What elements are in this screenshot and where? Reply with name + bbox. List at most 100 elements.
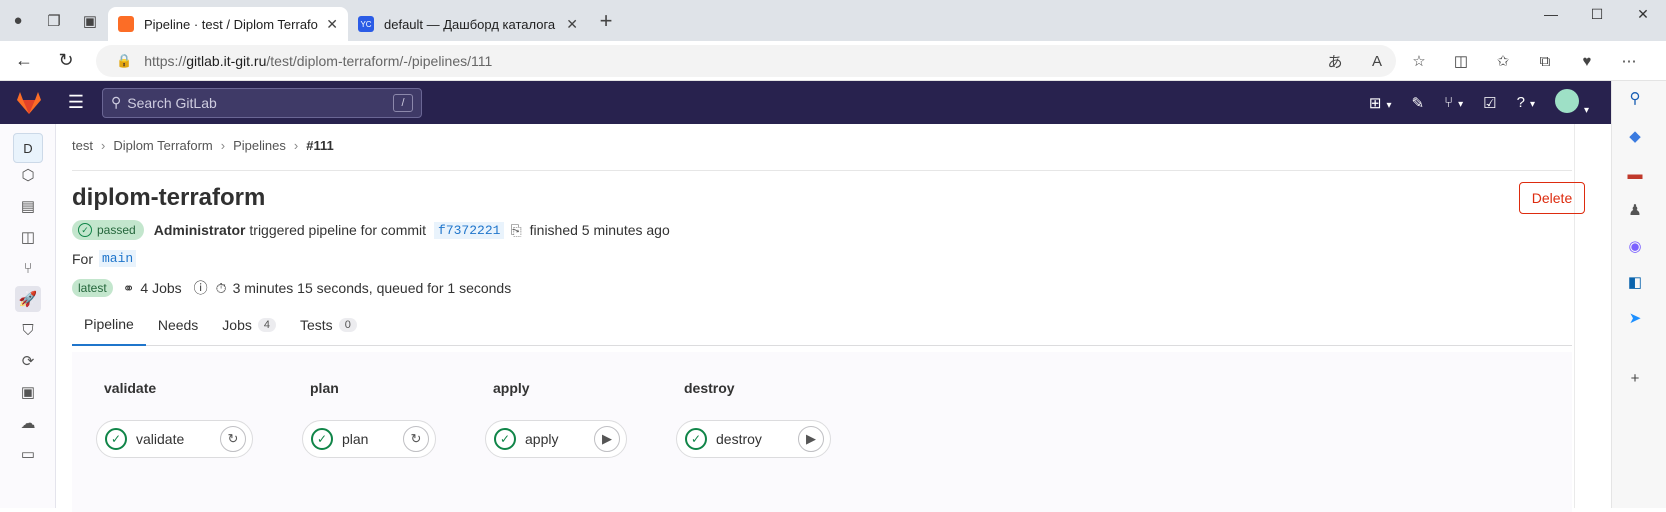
breadcrumb-project[interactable]: Diplom Terraform bbox=[113, 138, 212, 153]
avatar bbox=[1554, 88, 1579, 113]
retry-icon[interactable]: ↻ bbox=[403, 426, 429, 452]
page-title: diplom-terraform bbox=[72, 184, 266, 211]
close-icon[interactable]: ✕ bbox=[326, 16, 338, 33]
user-avatar-menu[interactable]: ▾ bbox=[1554, 88, 1589, 117]
search-placeholder: Search GitLab bbox=[127, 94, 217, 111]
search-shortcut: / bbox=[393, 93, 413, 112]
job-apply[interactable]: ✓ apply ▶ bbox=[485, 420, 627, 458]
divider bbox=[72, 170, 1572, 171]
info-icon[interactable]: ⓘ bbox=[194, 278, 208, 298]
favorites-icon[interactable]: ✩ bbox=[1484, 45, 1522, 77]
breadcrumb-test[interactable]: test bbox=[72, 138, 93, 153]
send-icon[interactable]: ➤ bbox=[1624, 307, 1646, 329]
edge-sidebar: ⚲ ◆ ▬ ♟ ◉ ◧ ➤ + bbox=[1611, 81, 1666, 508]
success-check-icon: ✓ bbox=[685, 428, 707, 450]
hamburger-menu-icon[interactable]: ☰ bbox=[58, 92, 94, 113]
tab-jobs[interactable]: Jobs 4 bbox=[210, 304, 288, 346]
translate-icon[interactable]: あ bbox=[1316, 45, 1354, 77]
cicd-rocket-icon[interactable]: 🚀 bbox=[15, 286, 41, 312]
status-badge[interactable]: ✓ passed bbox=[72, 220, 144, 240]
stage-title-apply: apply bbox=[493, 380, 530, 396]
chevron-right-icon: › bbox=[220, 138, 226, 153]
repository-icon[interactable]: ▤ bbox=[15, 193, 41, 219]
success-check-icon: ✓ bbox=[105, 428, 127, 450]
search-input[interactable]: ⚲ Search GitLab / bbox=[102, 87, 422, 118]
favorite-star-icon[interactable]: ☆ bbox=[1400, 45, 1438, 77]
tab-needs[interactable]: Needs bbox=[146, 304, 210, 346]
vertical-tabs-icon[interactable]: ▣ bbox=[72, 0, 108, 41]
play-icon[interactable]: ▶ bbox=[594, 426, 620, 452]
deployments-icon[interactable]: ⟳ bbox=[15, 348, 41, 374]
toolbox-icon[interactable]: ▬ bbox=[1624, 163, 1646, 185]
infrastructure-icon[interactable]: ☁ bbox=[15, 410, 41, 436]
todos-icon[interactable]: ☑ bbox=[1483, 94, 1496, 112]
chevron-right-icon: › bbox=[293, 138, 299, 153]
tag-icon[interactable]: ◆ bbox=[1624, 125, 1646, 147]
close-icon[interactable]: ✕ bbox=[566, 16, 578, 33]
retry-icon[interactable]: ↻ bbox=[220, 426, 246, 452]
url-prefix: https:// bbox=[144, 53, 187, 69]
browser-toolbar-right: あ A ☆ ◫ ✩ ⧉ ♥ ⋯ bbox=[1316, 45, 1648, 77]
profile-icon[interactable]: ● bbox=[0, 0, 36, 41]
url-host: gitlab.it-git.ru bbox=[186, 53, 267, 69]
commit-sha-link[interactable]: f7372221 bbox=[434, 221, 505, 239]
job-plan[interactable]: ✓ plan ↻ bbox=[302, 420, 436, 458]
success-check-icon: ✓ bbox=[311, 428, 333, 450]
browser-tab-pipeline[interactable]: Pipeline · test / Diplom Terraform ✕ bbox=[108, 7, 348, 41]
job-validate[interactable]: ✓ validate ↻ bbox=[96, 420, 253, 458]
pipeline-trigger-info: ✓ passed Administrator triggered pipelin… bbox=[72, 220, 670, 240]
branch-link[interactable]: main bbox=[99, 250, 137, 267]
breadcrumb-pipeline-id[interactable]: #111 bbox=[306, 138, 334, 153]
outlook-icon[interactable]: ◧ bbox=[1624, 271, 1646, 293]
tab-pipeline[interactable]: Pipeline bbox=[72, 304, 146, 346]
merge-requests-icon[interactable]: ⑂ bbox=[15, 255, 41, 281]
refresh-icon[interactable]: ↻ bbox=[48, 43, 84, 79]
tab-label: Jobs bbox=[222, 316, 252, 333]
success-check-icon: ✓ bbox=[494, 428, 516, 450]
job-name: validate bbox=[136, 431, 185, 447]
merge-requests-icon[interactable]: ⑂ ▾ bbox=[1444, 94, 1463, 111]
breadcrumb-pipelines[interactable]: Pipelines bbox=[233, 138, 286, 153]
issues-icon[interactable]: ◫ bbox=[15, 224, 41, 250]
gitlab-favicon-icon bbox=[118, 16, 134, 32]
url-field[interactable]: 🔒 https://gitlab.it-git.ru/test/diplom-t… bbox=[96, 45, 1396, 77]
split-screen-icon[interactable]: ◫ bbox=[1442, 45, 1480, 77]
tab-count-badge: 0 bbox=[338, 317, 357, 332]
workspaces-icon[interactable]: ❐ bbox=[36, 0, 72, 41]
tab-tests[interactable]: Tests 0 bbox=[288, 304, 369, 346]
project-overview-icon[interactable]: ⬡ bbox=[15, 162, 41, 188]
trigger-text: triggered pipeline for commit bbox=[249, 222, 427, 238]
monitor-icon[interactable]: ▭ bbox=[15, 441, 41, 467]
packages-icon[interactable]: ▣ bbox=[15, 379, 41, 405]
maximize-icon[interactable]: ☐ bbox=[1574, 0, 1620, 28]
latest-badge: latest bbox=[72, 279, 113, 297]
games-icon[interactable]: ♟ bbox=[1624, 199, 1646, 221]
delete-button[interactable]: Delete bbox=[1519, 182, 1585, 214]
project-avatar[interactable]: D bbox=[13, 133, 43, 163]
add-icon[interactable]: + bbox=[1624, 367, 1646, 389]
lock-icon[interactable]: 🔒 bbox=[116, 53, 132, 69]
search-icon[interactable]: ⚲ bbox=[1624, 87, 1646, 109]
read-aloud-icon[interactable]: A bbox=[1358, 45, 1396, 77]
play-icon[interactable]: ▶ bbox=[798, 426, 824, 452]
security-shield-icon[interactable]: ⛉ bbox=[15, 317, 41, 343]
job-destroy[interactable]: ✓ destroy ▶ bbox=[676, 420, 831, 458]
extensions-icon[interactable]: ♥ bbox=[1568, 45, 1606, 77]
duration-text: 3 minutes 15 seconds, queued for 1 secon… bbox=[232, 280, 512, 296]
copilot-icon[interactable]: ◉ bbox=[1624, 235, 1646, 257]
more-icon[interactable]: ⋯ bbox=[1610, 45, 1648, 77]
window-close-icon[interactable]: ✕ bbox=[1620, 0, 1666, 28]
minimize-icon[interactable]: — bbox=[1528, 0, 1574, 28]
status-label: passed bbox=[97, 223, 136, 237]
copy-icon[interactable]: ⎘ bbox=[510, 222, 521, 239]
back-icon[interactable]: ← bbox=[6, 43, 42, 79]
new-tab-icon[interactable]: + bbox=[588, 0, 624, 41]
help-icon[interactable]: ? ▾ bbox=[1517, 94, 1535, 111]
trigger-user[interactable]: Administrator bbox=[154, 222, 246, 238]
browser-tab-dashboard[interactable]: YC default — Дашборд каталога | Y ✕ bbox=[348, 7, 588, 41]
create-new-icon[interactable]: ⊞ ▾ bbox=[1369, 94, 1392, 112]
gitlab-logo-icon[interactable] bbox=[0, 81, 58, 124]
chevron-right-icon: › bbox=[100, 138, 106, 153]
issues-icon[interactable]: ✎ bbox=[1412, 94, 1425, 112]
collections-icon[interactable]: ⧉ bbox=[1526, 45, 1564, 77]
